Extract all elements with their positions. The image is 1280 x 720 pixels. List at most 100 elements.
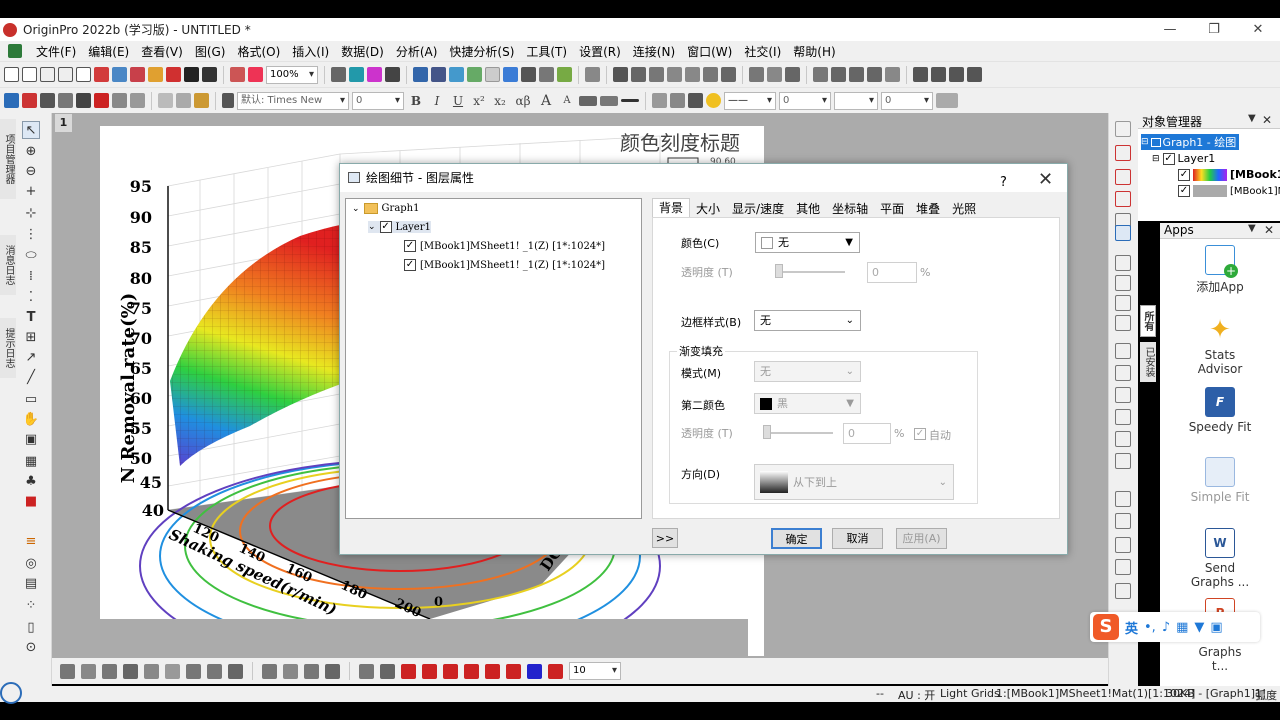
stats-icon[interactable] bbox=[539, 67, 554, 82]
zoom-in-icon[interactable]: ⊕ bbox=[22, 143, 40, 161]
restore-button[interactable]: ❐ bbox=[1194, 18, 1234, 41]
rotate-icon[interactable]: ⬭ bbox=[22, 247, 40, 265]
rectangle-tool-icon[interactable]: ▭ bbox=[22, 391, 40, 409]
rotate-3d-icon[interactable] bbox=[380, 663, 395, 679]
transparency2-slider[interactable] bbox=[763, 432, 833, 434]
add-column-icon[interactable] bbox=[585, 67, 600, 82]
bold-button[interactable]: B bbox=[407, 94, 425, 108]
align-bottom-icon[interactable] bbox=[1115, 409, 1131, 425]
extract-icon[interactable] bbox=[58, 93, 73, 108]
add-inset-icon[interactable] bbox=[1115, 315, 1131, 331]
collapse-icon[interactable]: ⊟ bbox=[1141, 137, 1149, 147]
line-tool-icon[interactable]: ╱ bbox=[22, 369, 40, 387]
reset-view-icon[interactable] bbox=[548, 663, 563, 679]
menu-window[interactable]: 窗口(W) bbox=[681, 43, 738, 60]
set-none-icon[interactable] bbox=[885, 67, 900, 82]
hand-tool-icon[interactable]: ✋ bbox=[22, 411, 40, 429]
color-select[interactable]: 无 ▼ bbox=[755, 232, 860, 253]
front-icon[interactable] bbox=[1115, 491, 1131, 507]
layer-checkbox[interactable]: ✓ bbox=[379, 221, 392, 233]
app-stats-advisor[interactable]: ✦ Stats Advisor bbox=[1160, 315, 1280, 376]
tab-background[interactable]: 背景 bbox=[652, 198, 691, 218]
menu-edit[interactable]: 编辑(E) bbox=[82, 43, 135, 60]
layout-icon[interactable] bbox=[1115, 255, 1131, 271]
new-notes-icon[interactable] bbox=[130, 67, 145, 82]
tab-display-speed[interactable]: 显示/速度 bbox=[726, 200, 790, 218]
symbol-select[interactable] bbox=[834, 91, 878, 110]
panel-menu-icon[interactable]: ▼ bbox=[1248, 223, 1256, 234]
decrease-font-button[interactable]: A bbox=[558, 95, 576, 106]
code-builder-icon[interactable] bbox=[413, 67, 428, 82]
command-window-icon[interactable] bbox=[449, 67, 464, 82]
menu-gadgets[interactable]: 快捷分析(S) bbox=[443, 43, 520, 60]
auto-checkbox[interactable]: ✓ bbox=[914, 428, 926, 440]
arrange-icon[interactable] bbox=[40, 93, 55, 108]
transparency-input[interactable]: 0 bbox=[867, 262, 917, 283]
duplicate-icon[interactable] bbox=[385, 67, 400, 82]
om-plot-node[interactable]: ✓ [MBook1]M bbox=[1178, 185, 1280, 197]
status-autoupdate[interactable]: AU : 开 bbox=[898, 687, 935, 703]
scale-bar-icon[interactable]: ⁘ bbox=[22, 597, 40, 615]
filter-settings-icon[interactable] bbox=[785, 67, 800, 82]
close-window-button[interactable]: ✕ bbox=[1238, 18, 1278, 41]
line-plot-icon[interactable] bbox=[60, 663, 75, 679]
forward-icon[interactable] bbox=[1115, 537, 1131, 553]
tab-installed-apps[interactable]: 已安装 bbox=[1140, 342, 1156, 382]
align-vcenter-icon[interactable] bbox=[1115, 453, 1131, 469]
data-selector-icon[interactable]: ⋮ bbox=[22, 226, 40, 244]
filter-icon[interactable] bbox=[749, 67, 764, 82]
plot-checkbox[interactable]: ✓ bbox=[404, 240, 416, 252]
second-color-select[interactable]: 黑 ▼ bbox=[754, 393, 861, 414]
set-xy-icon[interactable] bbox=[813, 67, 828, 82]
tab-hint-log[interactable]: 提示日志 bbox=[0, 318, 16, 378]
panel-close-icon[interactable]: ✕ bbox=[1262, 113, 1272, 127]
tilt-up-icon[interactable] bbox=[485, 663, 500, 679]
light-icon[interactable] bbox=[706, 93, 721, 108]
insert-graph-icon[interactable]: ▦ bbox=[22, 453, 40, 471]
data-reader-icon[interactable] bbox=[485, 67, 500, 82]
cut-icon[interactable] bbox=[158, 93, 173, 108]
next-icon[interactable] bbox=[949, 67, 964, 82]
group-icon[interactable] bbox=[130, 93, 145, 108]
table-icon[interactable] bbox=[521, 67, 536, 82]
plot-details-icon[interactable] bbox=[1115, 225, 1131, 241]
layer-tool-icon[interactable] bbox=[4, 93, 19, 108]
menu-connectivity[interactable]: 连接(N) bbox=[627, 43, 681, 60]
new-sheet-icon[interactable] bbox=[40, 67, 55, 82]
sort-icon[interactable] bbox=[631, 67, 646, 82]
new-layout-icon[interactable] bbox=[112, 67, 127, 82]
toolbox-icon[interactable]: ▣ bbox=[1210, 620, 1222, 635]
rotate-left-icon[interactable] bbox=[443, 663, 458, 679]
align-left-icon[interactable] bbox=[1115, 343, 1131, 359]
color-scale-icon[interactable]: ≡ bbox=[22, 533, 40, 551]
transparency2-input[interactable]: 0 bbox=[843, 423, 891, 444]
skin-icon[interactable]: ▼ bbox=[1194, 620, 1204, 635]
panel-close-icon[interactable]: ✕ bbox=[1264, 223, 1274, 237]
keyboard-icon[interactable]: ▦ bbox=[1176, 620, 1188, 635]
move-left-icon[interactable] bbox=[401, 663, 416, 679]
pointer-icon[interactable]: ↖ bbox=[22, 121, 40, 139]
save-template-icon[interactable] bbox=[202, 67, 217, 82]
om-layer-checkbox[interactable]: ✓ bbox=[1162, 152, 1175, 165]
zoom-select[interactable]: 100% bbox=[266, 65, 318, 84]
backward-icon[interactable] bbox=[1115, 559, 1131, 575]
previous-icon[interactable] bbox=[931, 67, 946, 82]
panel-menu-icon[interactable]: ▼ bbox=[1248, 113, 1256, 124]
menu-analysis[interactable]: 分析(A) bbox=[390, 43, 444, 60]
move-right-icon[interactable] bbox=[422, 663, 437, 679]
line-symbol-icon[interactable] bbox=[102, 663, 117, 679]
greek-button[interactable]: αβ bbox=[512, 94, 534, 108]
tab-messages-log[interactable]: 消息日志 bbox=[0, 235, 16, 295]
subscript-button[interactable]: x₂ bbox=[491, 94, 509, 108]
page-number-tab[interactable]: 1 bbox=[55, 114, 72, 132]
statistics-icon[interactable] bbox=[667, 67, 682, 82]
save-icon[interactable] bbox=[184, 67, 199, 82]
mode-select[interactable]: 无 ⌄ bbox=[754, 361, 861, 382]
axis-icon[interactable] bbox=[1115, 191, 1131, 207]
template-icon[interactable] bbox=[359, 663, 374, 679]
line-color-icon[interactable] bbox=[688, 93, 703, 108]
transparency-slider[interactable] bbox=[775, 271, 845, 273]
symbol-size-select[interactable]: 0 bbox=[881, 91, 933, 110]
refresh-graph-icon[interactable] bbox=[112, 93, 127, 108]
menu-insert[interactable]: 插入(I) bbox=[286, 43, 335, 60]
